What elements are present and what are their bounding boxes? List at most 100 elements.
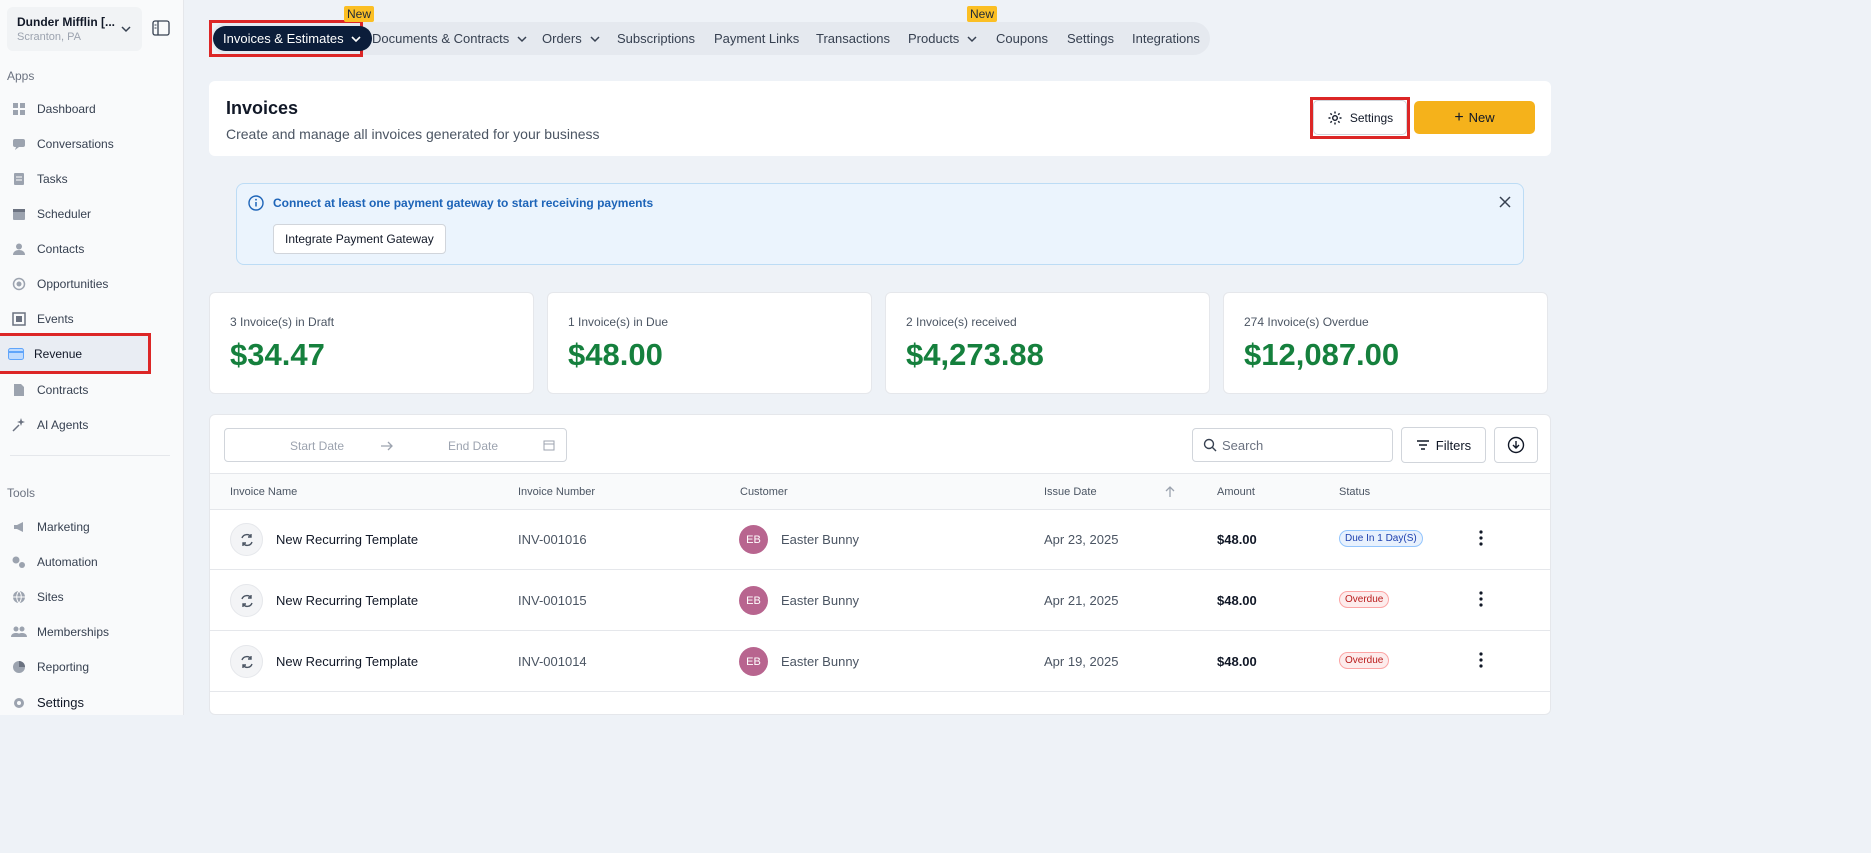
sidebar-item-automation[interactable]: Automation bbox=[0, 544, 184, 579]
sidebar-item-label: Memberships bbox=[37, 624, 110, 639]
apps-heading: Apps bbox=[7, 69, 35, 83]
stat-label: 1 Invoice(s) in Due bbox=[568, 315, 669, 329]
tab-label: Transactions bbox=[816, 31, 890, 46]
person-icon bbox=[10, 240, 28, 258]
sidebar-item-dashboard[interactable]: Dashboard bbox=[0, 91, 184, 126]
sidebar-item-label: Contacts bbox=[37, 241, 85, 256]
sidebar-item-label: Events bbox=[37, 311, 74, 326]
alert-message: Connect at least one payment gateway to … bbox=[273, 196, 654, 210]
more-vertical-icon[interactable] bbox=[1476, 651, 1486, 669]
invoice-name[interactable]: New Recurring Template bbox=[276, 654, 418, 669]
more-vertical-icon[interactable] bbox=[1476, 529, 1486, 547]
filters-button[interactable]: Filters bbox=[1401, 427, 1486, 463]
sidebar-item-label: Dashboard bbox=[37, 101, 96, 116]
table-row[interactable]: New Recurring Template INV-001016 EB Eas… bbox=[210, 509, 1550, 570]
search-icon bbox=[1203, 438, 1217, 452]
tab-products[interactable]: Products bbox=[908, 22, 978, 55]
more-vertical-icon[interactable] bbox=[1476, 590, 1486, 608]
sidebar-item-label: Automation bbox=[37, 554, 98, 569]
column-header-invoice-number[interactable]: Invoice Number bbox=[518, 486, 595, 498]
settings-button[interactable]: Settings bbox=[1313, 100, 1407, 135]
status-badge: Overdue bbox=[1339, 591, 1390, 608]
location-address: Scranton, PA bbox=[17, 31, 81, 43]
tab-settings[interactable]: Settings bbox=[1067, 22, 1114, 55]
status-badge: Due In 1 Day(S) bbox=[1339, 530, 1423, 547]
tab-coupons[interactable]: Coupons bbox=[996, 22, 1048, 55]
document-icon bbox=[10, 381, 28, 399]
integrate-gateway-button[interactable]: Integrate Payment Gateway bbox=[273, 224, 446, 254]
stat-card-received: 2 Invoice(s) received $4,273.88 bbox=[885, 292, 1210, 394]
sidebar-item-scheduler[interactable]: Scheduler bbox=[0, 196, 184, 231]
tab-label: Invoices & Estimates bbox=[223, 31, 344, 46]
recurring-icon bbox=[230, 523, 263, 556]
tab-label: Documents & Contracts bbox=[372, 31, 510, 46]
sidebar-item-reporting[interactable]: Reporting bbox=[0, 649, 184, 684]
sidebar-item-sites[interactable]: Sites bbox=[0, 579, 184, 614]
sidebar-divider bbox=[10, 455, 170, 456]
megaphone-icon bbox=[10, 518, 28, 536]
column-header-invoice-name[interactable]: Invoice Name bbox=[230, 486, 297, 498]
invoice-name[interactable]: New Recurring Template bbox=[276, 593, 418, 608]
tab-documents-contracts[interactable]: Documents & Contracts bbox=[372, 22, 528, 55]
invoice-name[interactable]: New Recurring Template bbox=[276, 532, 418, 547]
avatar: EB bbox=[739, 647, 768, 676]
stat-card-overdue: 274 Invoice(s) Overdue $12,087.00 bbox=[1223, 292, 1548, 394]
customer-name: Easter Bunny bbox=[781, 593, 860, 608]
start-date-placeholder: Start Date bbox=[290, 439, 345, 453]
search-input[interactable]: Search bbox=[1192, 428, 1393, 462]
column-header-amount[interactable]: Amount bbox=[1217, 486, 1255, 498]
new-badge: New bbox=[967, 6, 998, 22]
sidebar-item-revenue[interactable]: Revenue bbox=[0, 333, 151, 374]
column-header-customer[interactable]: Customer bbox=[740, 486, 788, 498]
sidebar-item-contracts[interactable]: Contracts bbox=[0, 372, 184, 407]
sidebar-item-label: Tasks bbox=[37, 171, 68, 186]
target-icon bbox=[10, 275, 28, 293]
stat-label: 2 Invoice(s) received bbox=[906, 315, 1017, 329]
sidebar-toggle-icon[interactable] bbox=[152, 20, 170, 36]
sidebar-item-memberships[interactable]: Memberships bbox=[0, 614, 184, 649]
stat-card-draft: 3 Invoice(s) in Draft $34.47 bbox=[209, 292, 534, 394]
tab-label: Settings bbox=[1067, 31, 1114, 46]
location-switcher[interactable]: Dunder Mifflin [... Scranton, PA bbox=[7, 7, 142, 51]
invoice-number: INV-001015 bbox=[518, 593, 587, 608]
settings-button-label: Settings bbox=[1349, 110, 1394, 125]
table-row[interactable]: New Recurring Template INV-001014 EB Eas… bbox=[210, 631, 1550, 692]
plus-icon: + bbox=[1454, 108, 1464, 126]
tab-invoices-estimates[interactable]: Invoices & Estimates bbox=[213, 26, 372, 51]
sidebar-item-label: AI Agents bbox=[37, 417, 89, 432]
column-header-issue-date[interactable]: Issue Date bbox=[1044, 486, 1097, 498]
sidebar-item-settings[interactable]: Settings bbox=[0, 685, 184, 720]
chevron-down-icon bbox=[967, 35, 977, 42]
tab-orders[interactable]: Orders bbox=[542, 22, 601, 55]
sidebar-item-opportunities[interactable]: Opportunities bbox=[0, 266, 184, 301]
sidebar-item-tasks[interactable]: Tasks bbox=[0, 161, 184, 196]
tab-subscriptions[interactable]: Subscriptions bbox=[617, 22, 695, 55]
gears-icon bbox=[10, 553, 28, 571]
sidebar-item-contacts[interactable]: Contacts bbox=[0, 231, 184, 266]
sidebar-item-ai-agents[interactable]: AI Agents bbox=[0, 407, 184, 442]
column-header-status[interactable]: Status bbox=[1339, 486, 1370, 498]
download-button[interactable] bbox=[1494, 427, 1538, 463]
table-row[interactable]: New Recurring Template INV-001015 EB Eas… bbox=[210, 570, 1550, 631]
tab-payment-links[interactable]: Payment Links bbox=[714, 22, 799, 55]
chat-icon bbox=[10, 135, 28, 153]
sidebar-item-conversations[interactable]: Conversations bbox=[0, 126, 184, 161]
stat-label: 274 Invoice(s) Overdue bbox=[1244, 315, 1369, 329]
sort-arrow-up-icon[interactable] bbox=[1165, 486, 1175, 498]
issue-date: Apr 23, 2025 bbox=[1044, 532, 1119, 547]
sidebar-item-label: Conversations bbox=[37, 136, 114, 151]
arrow-right-icon bbox=[381, 441, 393, 451]
new-invoice-button[interactable]: + New bbox=[1414, 101, 1535, 134]
tools-heading: Tools bbox=[7, 486, 36, 500]
recurring-icon bbox=[230, 584, 263, 617]
close-icon[interactable] bbox=[1499, 196, 1511, 208]
sidebar-item-label: Contracts bbox=[37, 382, 89, 397]
tab-integrations[interactable]: Integrations bbox=[1132, 22, 1200, 55]
tab-transactions[interactable]: Transactions bbox=[816, 22, 890, 55]
page-title: Invoices bbox=[226, 98, 299, 118]
sidebar-item-marketing[interactable]: Marketing bbox=[0, 509, 184, 544]
invoices-table: Start Date End Date Search Filters Invoi… bbox=[209, 414, 1551, 715]
date-range-picker[interactable]: Start Date End Date bbox=[224, 428, 567, 462]
sidebar-item-events[interactable]: Events bbox=[0, 301, 184, 336]
tab-label: Orders bbox=[542, 31, 582, 46]
